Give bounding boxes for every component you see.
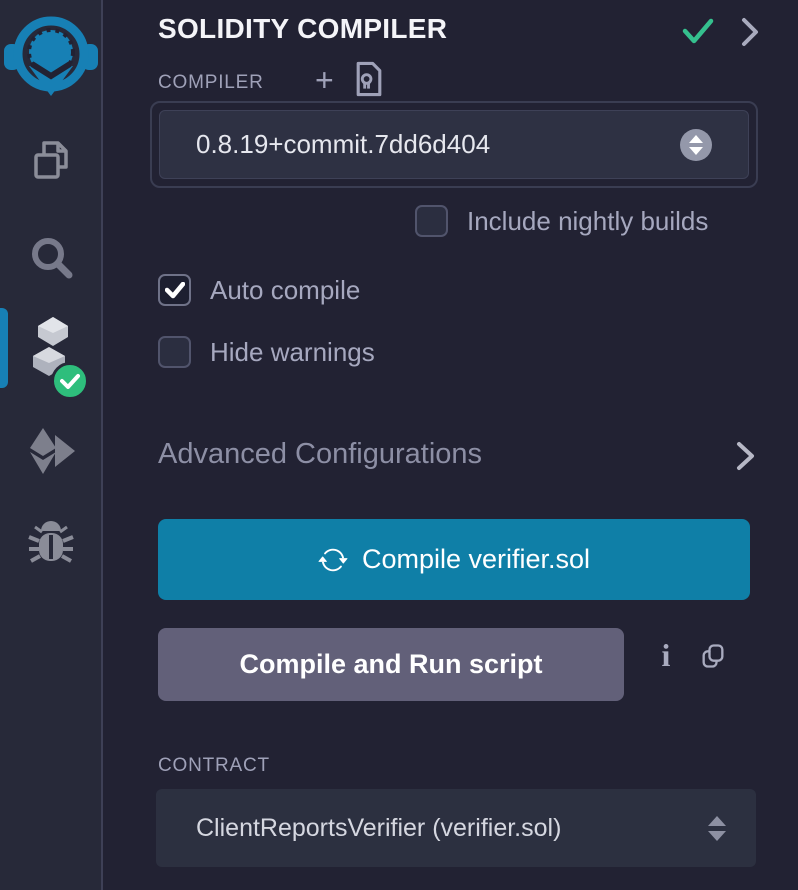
sidebar-item-deploy-and-run[interactable] <box>0 420 101 482</box>
compile-and-run-label: Compile and Run script <box>239 649 542 679</box>
solidity-compiler-panel: SOLIDITY COMPILER COMPILER + 0.8.19+comm… <box>103 0 798 890</box>
compiler-version-select-wrap: 0.8.19+commit.7dd6d404 <box>150 101 758 188</box>
info-icon[interactable]: i <box>651 637 681 674</box>
sidebar-item-file-explorer[interactable] <box>0 131 101 189</box>
auto-compile-checkbox[interactable] <box>158 274 191 306</box>
search-icon <box>24 230 78 288</box>
checkbox-check-icon <box>165 282 185 299</box>
compiler-from-file-icon[interactable] <box>353 61 385 102</box>
contract-select-value: ClientReportsVerifier (verifier.sol) <box>156 814 708 843</box>
advanced-configurations-toggle[interactable]: Advanced Configurations <box>158 438 482 471</box>
nightly-builds-label[interactable]: Include nightly builds <box>467 206 708 237</box>
nightly-builds-checkbox[interactable] <box>415 205 448 237</box>
compile-button-label: Compile verifier.sol <box>362 544 590 575</box>
deploy-run-icon <box>22 425 80 477</box>
compiler-section-label: COMPILER <box>158 72 264 94</box>
file-explorer-icon <box>25 134 77 186</box>
compiler-version-select[interactable]: 0.8.19+commit.7dd6d404 <box>159 110 749 179</box>
compile-button[interactable]: Compile verifier.sol <box>158 519 750 600</box>
hide-warnings-checkbox[interactable] <box>158 336 191 368</box>
panel-collapse-chevron-icon[interactable] <box>739 16 761 53</box>
refresh-icon <box>318 545 348 575</box>
advanced-configurations-chevron-icon[interactable] <box>733 440 757 477</box>
active-tab-indicator <box>0 308 8 388</box>
compile-success-badge <box>51 362 89 400</box>
compile-status-check-icon <box>681 16 715 51</box>
select-updown-icon <box>680 129 712 161</box>
icon-sidebar <box>0 0 103 890</box>
compiler-version-value: 0.8.19+commit.7dd6d404 <box>160 129 680 160</box>
sidebar-item-debugger[interactable] <box>0 514 101 576</box>
copy-icon[interactable] <box>699 642 727 675</box>
auto-compile-label[interactable]: Auto compile <box>210 275 360 306</box>
remix-logo-icon <box>2 6 100 102</box>
hide-warnings-label[interactable]: Hide warnings <box>210 337 375 368</box>
sidebar-item-solidity-compiler[interactable] <box>0 308 101 388</box>
add-custom-compiler-icon[interactable]: + <box>315 64 334 96</box>
debugger-bug-icon <box>23 517 79 573</box>
remix-logo[interactable] <box>2 6 100 107</box>
compile-and-run-button[interactable]: Compile and Run script <box>158 628 624 701</box>
contract-section-label: CONTRACT <box>158 755 270 777</box>
contract-select[interactable]: ClientReportsVerifier (verifier.sol) <box>156 789 756 867</box>
contract-select-updown-icon <box>708 816 726 841</box>
page-title: SOLIDITY COMPILER <box>158 13 447 45</box>
sidebar-item-search[interactable] <box>0 228 101 290</box>
